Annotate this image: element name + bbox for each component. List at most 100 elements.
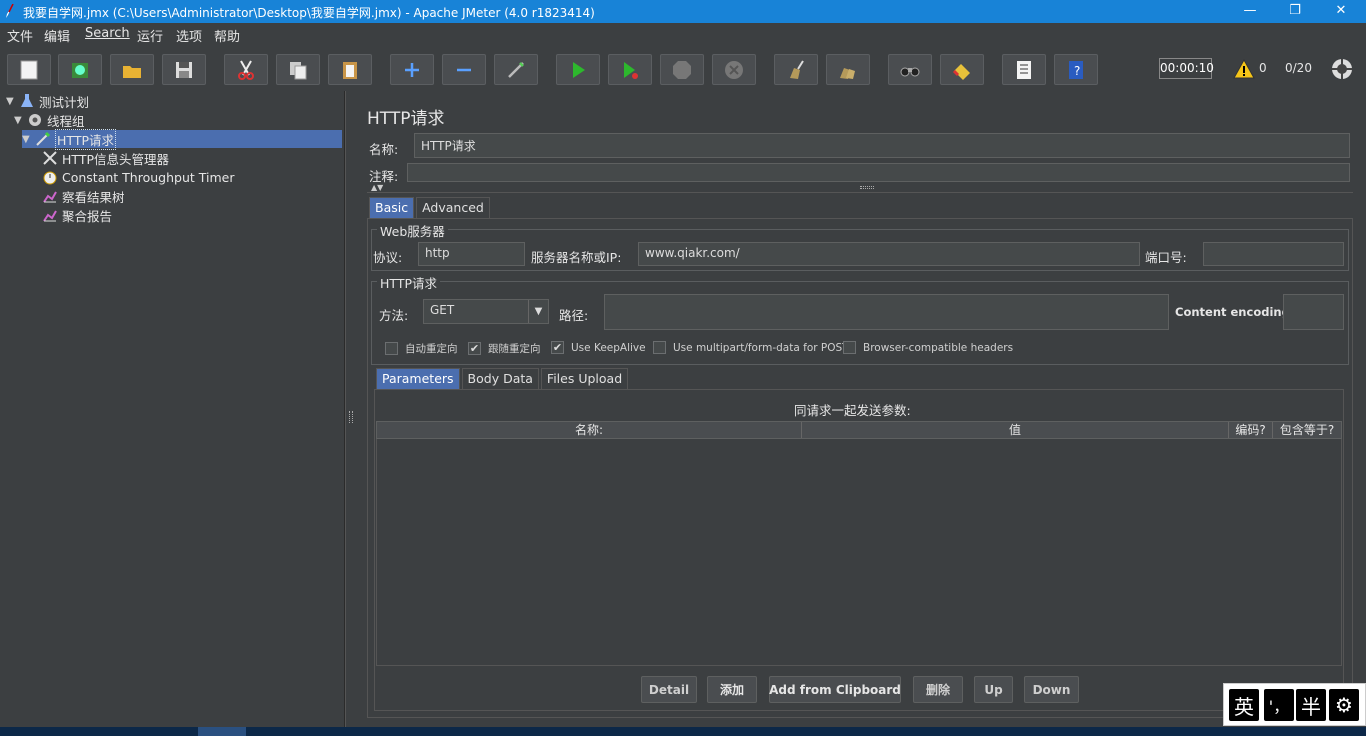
menu-file[interactable]: 文件 xyxy=(7,26,33,45)
name-field[interactable]: HTTP请求 xyxy=(414,133,1350,158)
protocol-field[interactable]: http xyxy=(418,242,525,266)
tree-node-label: Constant Throughput Timer xyxy=(62,169,235,185)
encoding-label: Content encoding: xyxy=(1175,305,1295,319)
collapse-button[interactable] xyxy=(442,54,486,85)
shutdown-button[interactable] xyxy=(712,54,756,85)
reset-search-button[interactable] xyxy=(940,54,984,85)
follow-redirect-checkbox[interactable]: ✔ 跟随重定向 xyxy=(468,341,541,356)
add-button[interactable]: 添加 xyxy=(707,676,757,703)
tree-node-aggregate-report[interactable]: 聚合报告 xyxy=(42,206,112,224)
checkbox-box[interactable] xyxy=(653,341,666,354)
clear-button[interactable] xyxy=(774,54,818,85)
checkbox-label: 自动重定向 xyxy=(405,343,458,355)
col-name[interactable]: 名称: xyxy=(377,422,802,438)
auto-redirect-checkbox[interactable]: 自动重定向 xyxy=(385,341,458,356)
tree-node-label: 察看结果树 xyxy=(62,189,125,205)
new-button[interactable] xyxy=(7,54,51,85)
close-button[interactable]: ✕ xyxy=(1318,0,1364,23)
taskbar-app-jmeter[interactable] xyxy=(198,727,246,736)
cut-button[interactable] xyxy=(224,54,268,85)
checkbox-label: 跟随重定向 xyxy=(488,343,541,355)
method-select[interactable]: GET ▼ xyxy=(423,299,549,324)
expand-button[interactable] xyxy=(390,54,434,85)
splitter-grip[interactable] xyxy=(860,186,874,189)
elapsed-timer: 00:00:10 xyxy=(1159,58,1214,79)
broom-all-icon xyxy=(840,67,855,79)
minimize-button[interactable]: — xyxy=(1227,0,1273,23)
paste-icon xyxy=(343,61,357,79)
help-button[interactable]: ? xyxy=(1054,54,1098,85)
function-helper-button[interactable] xyxy=(1002,54,1046,85)
encoding-field[interactable] xyxy=(1283,294,1344,330)
tree-node-throughput-timer[interactable]: Constant Throughput Timer xyxy=(42,168,234,186)
ime-width-toggle[interactable]: 半 xyxy=(1296,689,1326,721)
taskbar xyxy=(0,727,1366,736)
col-value[interactable]: 值 xyxy=(802,422,1229,438)
stop-button[interactable] xyxy=(660,54,704,85)
ime-settings-icon[interactable]: ⚙ xyxy=(1329,689,1359,721)
restore-button[interactable]: ❐ xyxy=(1272,0,1318,23)
tab-body-data[interactable]: Body Data xyxy=(461,368,539,389)
tree-node-header-manager[interactable]: HTTP信息头管理器 xyxy=(42,149,169,167)
col-include-equals[interactable]: 包含等于? xyxy=(1273,422,1341,438)
name-label: 名称: xyxy=(369,142,399,157)
params-table-body[interactable] xyxy=(376,439,1342,666)
add-from-clipboard-button[interactable]: Add from Clipboard xyxy=(769,676,901,703)
multipart-checkbox[interactable]: Use multipart/form-data for POST xyxy=(653,341,849,354)
keepalive-checkbox[interactable]: ✔ Use KeepAlive xyxy=(551,341,646,354)
search-button[interactable] xyxy=(888,54,932,85)
menu-run[interactable]: 运行 xyxy=(137,26,163,45)
checkbox-box[interactable] xyxy=(385,342,398,355)
collapse-arrows-icon[interactable]: ▲▼ xyxy=(371,183,383,192)
split-divider[interactable] xyxy=(345,91,355,727)
up-button[interactable]: Up xyxy=(974,676,1013,703)
save-button[interactable] xyxy=(162,54,206,85)
expand-arrow-icon[interactable]: ▼ xyxy=(22,134,32,145)
menu-options[interactable]: 选项 xyxy=(176,26,202,45)
templates-button[interactable] xyxy=(58,54,102,85)
web-server-legend: Web服务器 xyxy=(377,221,448,240)
tab-files-upload[interactable]: Files Upload xyxy=(540,368,629,389)
menu-edit[interactable]: 编辑 xyxy=(44,26,70,45)
chevron-down-icon[interactable]: ▼ xyxy=(528,300,548,323)
checkbox-box[interactable] xyxy=(843,341,856,354)
comment-field[interactable] xyxy=(407,163,1350,182)
minus-icon xyxy=(457,68,471,71)
parameter-tabs: Parameters Body Data Files Upload xyxy=(376,368,630,389)
binoculars-icon xyxy=(900,67,920,76)
path-field[interactable] xyxy=(604,294,1169,330)
check-icon[interactable]: ✔ xyxy=(468,342,481,355)
start-button[interactable] xyxy=(556,54,600,85)
checkbox-label: Use multipart/form-data for POST xyxy=(673,341,849,354)
down-button[interactable]: Down xyxy=(1024,676,1079,703)
tree-node-view-results-tree[interactable]: 察看结果树 xyxy=(42,187,125,205)
tab-advanced[interactable]: Advanced xyxy=(416,197,490,218)
col-encode[interactable]: 编码? xyxy=(1229,422,1273,438)
tab-parameters[interactable]: Parameters xyxy=(376,368,460,389)
paste-button[interactable] xyxy=(328,54,372,85)
start-no-pauses-button[interactable] xyxy=(608,54,652,85)
check-icon[interactable]: ✔ xyxy=(551,341,564,354)
tab-basic[interactable]: Basic xyxy=(369,197,415,218)
tree-node-http-request[interactable]: ▼ HTTP请求 xyxy=(22,128,342,150)
detail-button[interactable]: Detail xyxy=(641,676,697,703)
delete-button[interactable]: 删除 xyxy=(913,676,963,703)
menu-search[interactable]: Search xyxy=(85,26,130,41)
tree-node-test-plan[interactable]: ▼ 测试计划 xyxy=(6,92,89,110)
open-button[interactable] xyxy=(110,54,154,85)
copy-icon xyxy=(290,61,307,79)
menu-help[interactable]: 帮助 xyxy=(214,26,240,45)
toggle-button[interactable] xyxy=(494,54,538,85)
clear-all-button[interactable] xyxy=(826,54,870,85)
warning-icon[interactable] xyxy=(1233,58,1255,80)
browser-headers-checkbox[interactable]: Browser-compatible headers xyxy=(843,341,1013,354)
divider-grip[interactable] xyxy=(349,411,353,423)
expand-arrow-icon[interactable]: ▼ xyxy=(6,96,16,107)
ime-language-toggle[interactable]: 英 xyxy=(1229,689,1259,721)
port-field[interactable] xyxy=(1203,242,1344,266)
copy-button[interactable] xyxy=(276,54,320,85)
expand-arrow-icon[interactable]: ▼ xyxy=(14,115,24,126)
tree-node-thread-group[interactable]: ▼ 线程组 xyxy=(14,111,85,129)
ime-punctuation-toggle[interactable]: '， xyxy=(1264,689,1294,721)
server-field[interactable]: www.qiakr.com/ xyxy=(638,242,1140,266)
